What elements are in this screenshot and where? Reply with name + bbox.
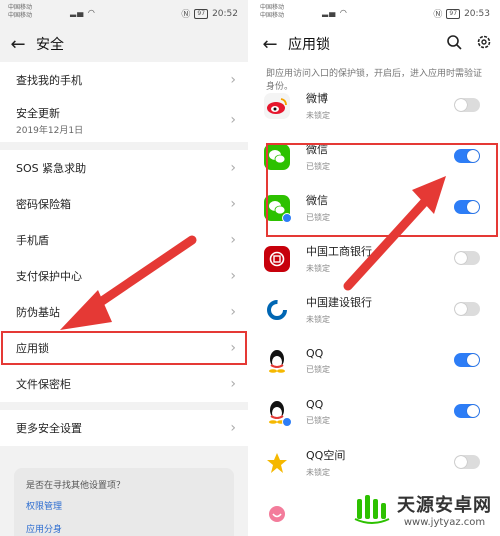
lock-toggle[interactable] [454,302,480,316]
app-twin-link[interactable]: 应用分身 [26,522,222,535]
suggestion-card: 是否在寻找其他设置项？ 权限管理 应用分身 [14,468,234,536]
battery-icon: 97 [194,8,209,19]
signal-icon: ▂▄ ◠ [70,8,96,17]
app-lock-row: 微博 未锁定 [252,80,500,131]
clock: 20:52 [212,8,238,19]
suggestion-question: 是否在寻找其他设置项？ [26,481,126,491]
lock-status: 未锁定 [306,264,330,273]
wechat-highlight-box [266,143,498,237]
ccb-icon [264,296,290,323]
chevron-right-icon: › [230,376,236,392]
security-update-item[interactable]: 安全更新 2019年12月1日 › [0,98,248,142]
watermark-logo-icon [354,494,390,524]
chevron-right-icon: › [230,340,236,356]
app-name: 中国建设银行 [306,296,372,309]
item-label: 查找我的手机 [16,74,82,87]
qq-icon [264,398,292,427]
lock-toggle[interactable] [454,98,480,112]
lock-toggle[interactable] [454,404,480,418]
sos-item[interactable]: SOS 紧急求助 › [0,150,248,186]
fake-base-station-item[interactable]: 防伪基站 › [0,294,248,330]
app-lock-row: 中国工商银行 未锁定 [252,233,500,284]
lock-status: 已锁定 [306,364,330,374]
title-bar: ← 应用锁 [252,26,500,62]
chevron-right-icon: › [230,160,236,176]
lock-toggle[interactable] [454,353,480,367]
search-icon[interactable] [446,34,462,54]
carrier-1: 中国移动 [260,4,285,11]
lock-status: 未锁定 [306,468,330,477]
security-settings-screen: 中国移动 中国移动 ▂▄ ◠ Ⓝ 97 20:52 ← 安全 查找我的手机 › … [0,0,248,536]
item-label: 文件保密柜 [16,378,71,391]
chevron-right-icon: › [230,420,236,436]
back-arrow-icon[interactable]: ← [0,34,36,55]
chevron-right-icon: › [230,232,236,248]
app-name: QQ [306,346,324,360]
watermark-url: www.jytyaz.com [403,517,486,528]
weibo-icon [264,92,290,119]
app-name: QQ空间 [306,449,346,462]
watermark: 天源安卓网 www.jytyaz.com [353,491,492,528]
lock-status: 未锁定 [306,111,330,120]
app-name: 中国工商银行 [306,245,372,258]
permission-management-link[interactable]: 权限管理 [26,499,222,512]
item-label: 应用锁 [16,342,49,355]
app-name: 微博 [306,92,328,105]
app-twin-badge-icon [282,416,292,427]
item-label: 支付保护中心 [16,270,82,283]
settings-group: 更多安全设置 › [0,410,248,446]
nfc-icon: Ⓝ [181,10,191,20]
item-subtitle: 2019年12月1日 [16,125,84,136]
page-title: 应用锁 [288,37,330,53]
app-lock-row: QQ 已锁定 [252,335,500,386]
item-label: 更多安全设置 [16,422,82,435]
item-label: 手机盾 [16,234,49,247]
item-label: 安全更新 [16,106,60,120]
chevron-right-icon: › [230,196,236,212]
icbc-icon [264,245,290,272]
page-title: 安全 [36,37,64,53]
lock-status: 已锁定 [306,415,330,425]
qzone-icon [264,449,290,476]
app-lock-row: QQ空间未锁定 [252,437,500,488]
chevron-right-icon: › [230,112,236,128]
app-icon [264,500,290,527]
app-lock-row: QQ 已锁定 [252,386,500,437]
item-label: 密码保险箱 [16,198,71,211]
app-lock-item[interactable]: 应用锁 › [0,330,248,366]
back-arrow-icon[interactable]: ← [252,34,288,55]
app-name: QQ [306,397,324,411]
item-label: SOS 紧急求助 [16,162,87,175]
nfc-icon: Ⓝ [433,10,443,20]
status-bar: 中国移动 中国移动 ▂▄ ◠ Ⓝ 97 20:52 [0,0,248,26]
lock-toggle[interactable] [454,251,480,265]
chevron-right-icon: › [230,304,236,320]
battery-icon: 97 [446,8,461,19]
file-safe-item[interactable]: 文件保密柜 › [0,366,248,402]
watermark-title: 天源安卓网 [397,495,492,516]
phone-shield-item[interactable]: 手机盾 › [0,222,248,258]
qq-icon [264,347,290,374]
signal-icon: ▂▄ ◠ [322,8,348,17]
title-bar: ← 安全 [0,26,248,62]
lock-toggle[interactable] [454,455,480,469]
app-lock-row: 中国建设银行 未锁定 [252,284,500,335]
settings-group: 查找我的手机 › 安全更新 2019年12月1日 › [0,62,248,142]
find-my-phone-item[interactable]: 查找我的手机 › [0,62,248,98]
item-label: 防伪基站 [16,306,60,319]
chevron-right-icon: › [230,268,236,284]
carrier-1: 中国移动 [8,4,33,11]
chevron-right-icon: › [230,72,236,88]
status-bar: 中国移动 中国移动 ▂▄ ◠ Ⓝ 97 20:53 [252,0,500,26]
app-lock-screen: 中国移动 中国移动 ▂▄ ◠ Ⓝ 97 20:53 ← 应用锁 即应用访问入口的… [252,0,500,536]
gear-icon[interactable] [476,34,492,54]
carrier-2: 中国移动 [260,12,285,19]
password-vault-item[interactable]: 密码保险箱 › [0,186,248,222]
clock: 20:53 [464,8,490,19]
lock-status: 未锁定 [306,315,330,324]
payment-protection-item[interactable]: 支付保护中心 › [0,258,248,294]
carrier-2: 中国移动 [8,12,33,19]
more-security-item[interactable]: 更多安全设置 › [0,410,248,446]
settings-group: SOS 紧急求助 › 密码保险箱 › 手机盾 › 支付保护中心 › 防伪基站 ›… [0,150,248,402]
